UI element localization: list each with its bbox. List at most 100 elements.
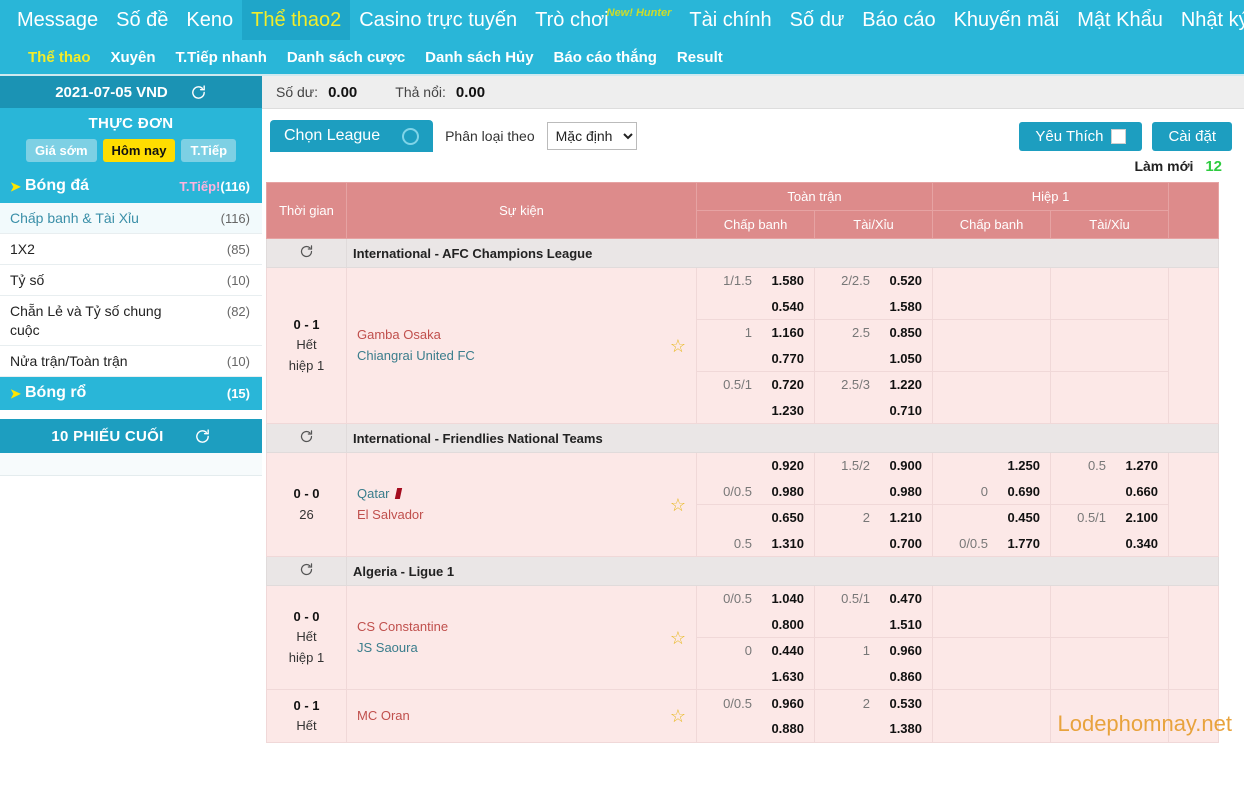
subnav-item-2[interactable]: T.Tiếp nhanh [166,49,277,66]
settings-button[interactable]: Cài đặt [1152,121,1232,151]
half1-overunder-cell-line-1[interactable] [1051,294,1168,300]
half1-overunder-cell[interactable] [1050,371,1170,424]
half1-overunder-cell[interactable]: 0.5 1.270 0.660 [1050,452,1170,505]
match-event[interactable]: MC Oran ☆ [346,688,697,744]
refresh-icon[interactable] [190,84,207,101]
fullmatch-handicap-cell-line-0[interactable]: 0.650 [697,505,814,531]
sort-select[interactable]: Mặc định [546,122,637,150]
half1-overunder-cell[interactable] [1050,688,1170,744]
fullmatch-handicap-cell-line-0[interactable]: 0 0.440 [697,638,814,664]
topnav-item-3[interactable]: Thể thao2 [242,0,351,40]
fullmatch-overunder-cell[interactable]: 2 1.210 0.700 [813,504,934,557]
sidebar-tab-0[interactable]: Giá sớm [25,139,97,162]
fullmatch-handicap-cell-line-0[interactable]: 1 1.160 [697,320,814,346]
sidebar-market-item-1[interactable]: 1X2 (85) [0,234,262,265]
fullmatch-overunder-cell[interactable]: 2.5/3 1.220 0.710 [813,371,934,424]
half1-overunder-cell[interactable] [1050,267,1170,320]
half1-handicap-cell[interactable] [932,585,1052,638]
sidebar-market-item-0[interactable]: Chấp banh & Tài Xỉu (116) [0,203,262,234]
fullmatch-handicap-cell-line-0[interactable]: 0.5/1 0.720 [697,372,814,398]
match-event[interactable]: CS Constantine JS Saoura ☆ [346,585,697,690]
half1-overunder-cell-line-1[interactable] [1051,716,1168,722]
fullmatch-overunder-cell-line-1[interactable]: 1.050 [815,346,932,372]
sidebar-item-basketball[interactable]: ➤ Bóng rổ (15) [0,377,262,410]
subnav-item-5[interactable]: Báo cáo thắng [544,49,667,66]
sidebar-market-item-4[interactable]: cuộc [0,322,262,346]
half1-overunder-cell-line-1[interactable] [1051,664,1168,670]
topnav-item-8[interactable]: Báo cáo [853,0,944,40]
topnav-item-10[interactable]: Mật Khẩu [1068,0,1172,40]
fullmatch-overunder-cell-line-1[interactable]: 0.980 [815,479,932,505]
topnav-item-1[interactable]: Số đề [107,0,177,40]
sidebar-last-tickets[interactable]: 10 PHIẾU CUỐI [0,419,262,453]
half1-handicap-cell[interactable]: 1.250 0 0.690 [932,452,1052,505]
fullmatch-overunder-cell-line-0[interactable]: 2.5 0.850 [815,320,932,346]
half1-handicap-cell-line-1[interactable]: 0/0.5 1.770 [933,531,1050,557]
half1-overunder-cell-line-1[interactable] [1051,346,1168,352]
fullmatch-overunder-cell-line-0[interactable]: 1 0.960 [815,638,932,664]
fullmatch-overunder-cell[interactable]: 0.5/1 0.470 1.510 [813,585,934,638]
half1-handicap-cell-line-1[interactable] [933,346,1050,352]
sidebar-item-football[interactable]: ➤ Bóng đá T.Tiếp! (116) [0,170,262,203]
fullmatch-handicap-cell[interactable]: 1/1.5 1.580 0.540 [696,267,815,320]
half1-overunder-cell-line-1[interactable]: 0.660 [1051,479,1168,505]
half1-handicap-cell-line-1[interactable]: 0 0.690 [933,479,1050,505]
half1-handicap-cell[interactable] [932,371,1052,424]
fullmatch-overunder-cell-line-0[interactable]: 2/2.5 0.520 [815,268,932,294]
half1-handicap-cell[interactable] [932,637,1052,690]
sidebar-market-item-2[interactable]: Tỷ số (10) [0,265,262,296]
league-refresh-icon[interactable] [266,238,347,268]
fullmatch-overunder-cell-line-0[interactable]: 0.5/1 0.470 [815,586,932,612]
fullmatch-handicap-cell[interactable]: 0.650 0.5 1.310 [696,504,815,557]
half1-handicap-cell-line-0[interactable]: 0.450 [933,505,1050,531]
favourite-star-icon[interactable]: ☆ [670,629,686,647]
fullmatch-overunder-cell-line-1[interactable]: 1.580 [815,294,932,320]
topnav-item-4[interactable]: Casino trực tuyến [350,0,526,40]
fullmatch-handicap-cell-line-1[interactable]: 0.800 [697,612,814,638]
topnav-item-9[interactable]: Khuyến mãi [945,0,1069,40]
fullmatch-overunder-cell-line-0[interactable]: 1.5/2 0.900 [815,453,932,479]
favourite-star-icon[interactable]: ☆ [670,496,686,514]
fullmatch-handicap-cell-line-1[interactable]: 0.880 [697,716,814,742]
fullmatch-handicap-cell[interactable]: 0/0.5 0.960 0.880 [696,688,815,744]
fullmatch-handicap-cell[interactable]: 0.5/1 0.720 1.230 [696,371,815,424]
half1-overunder-cell[interactable] [1050,319,1170,372]
fullmatch-overunder-cell-line-0[interactable]: 2 0.530 [815,691,932,717]
fullmatch-handicap-cell-line-1[interactable]: 1.630 [697,664,814,690]
topnav-item-5[interactable]: Trò chơi New! Hunter [526,0,680,40]
fullmatch-overunder-cell[interactable]: 2.5 0.850 1.050 [813,319,934,372]
subnav-item-3[interactable]: Danh sách cược [277,49,415,66]
refresh-icon[interactable] [194,428,211,445]
subnav-item-1[interactable]: Xuyên [101,49,166,66]
fullmatch-overunder-cell-line-1[interactable]: 0.700 [815,531,932,557]
league-refresh-icon[interactable] [266,423,347,453]
subnav-item-6[interactable]: Result [667,49,733,66]
half1-overunder-cell-line-1[interactable] [1051,398,1168,404]
sidebar-tab-1[interactable]: Hôm nay [102,139,176,162]
extra-markets-cell[interactable] [1168,688,1220,744]
favourite-star-icon[interactable]: ☆ [670,707,686,725]
half1-handicap-cell[interactable] [932,319,1052,372]
fullmatch-handicap-cell-line-1[interactable]: 1.230 [697,398,814,424]
fullmatch-handicap-cell[interactable]: 1 1.160 0.770 [696,319,815,372]
half1-handicap-cell-line-1[interactable] [933,294,1050,300]
fullmatch-overunder-cell[interactable]: 1 0.960 0.860 [813,637,934,690]
half1-overunder-cell[interactable] [1050,637,1170,690]
half1-handicap-cell[interactable]: 0.450 0/0.5 1.770 [932,504,1052,557]
extra-markets-cell[interactable] [1168,585,1220,690]
half1-overunder-cell-line-0[interactable]: 0.5 1.270 [1051,453,1168,479]
subnav-item-0[interactable]: Thể thao [18,49,101,66]
choose-league-button[interactable]: Chọn League [270,120,434,152]
fullmatch-handicap-cell-line-1[interactable]: 0/0.5 0.980 [697,479,814,505]
fullmatch-overunder-cell[interactable]: 2/2.5 0.520 1.580 [813,267,934,320]
half1-handicap-cell[interactable] [932,688,1052,744]
extra-markets-cell[interactable] [1168,267,1220,424]
half1-overunder-cell[interactable]: 0.5/1 2.100 0.340 [1050,504,1170,557]
half1-overunder-cell-line-0[interactable]: 0.5/1 2.100 [1051,505,1168,531]
half1-overunder-cell[interactable] [1050,585,1170,638]
half1-handicap-cell-line-1[interactable] [933,612,1050,618]
sidebar-tab-2[interactable]: T.Tiếp [181,139,237,162]
match-event[interactable]: Qatar El Salvador ☆ [346,452,697,557]
extra-markets-cell[interactable] [1168,452,1220,557]
half1-handicap-cell-line-0[interactable]: 1.250 [933,453,1050,479]
